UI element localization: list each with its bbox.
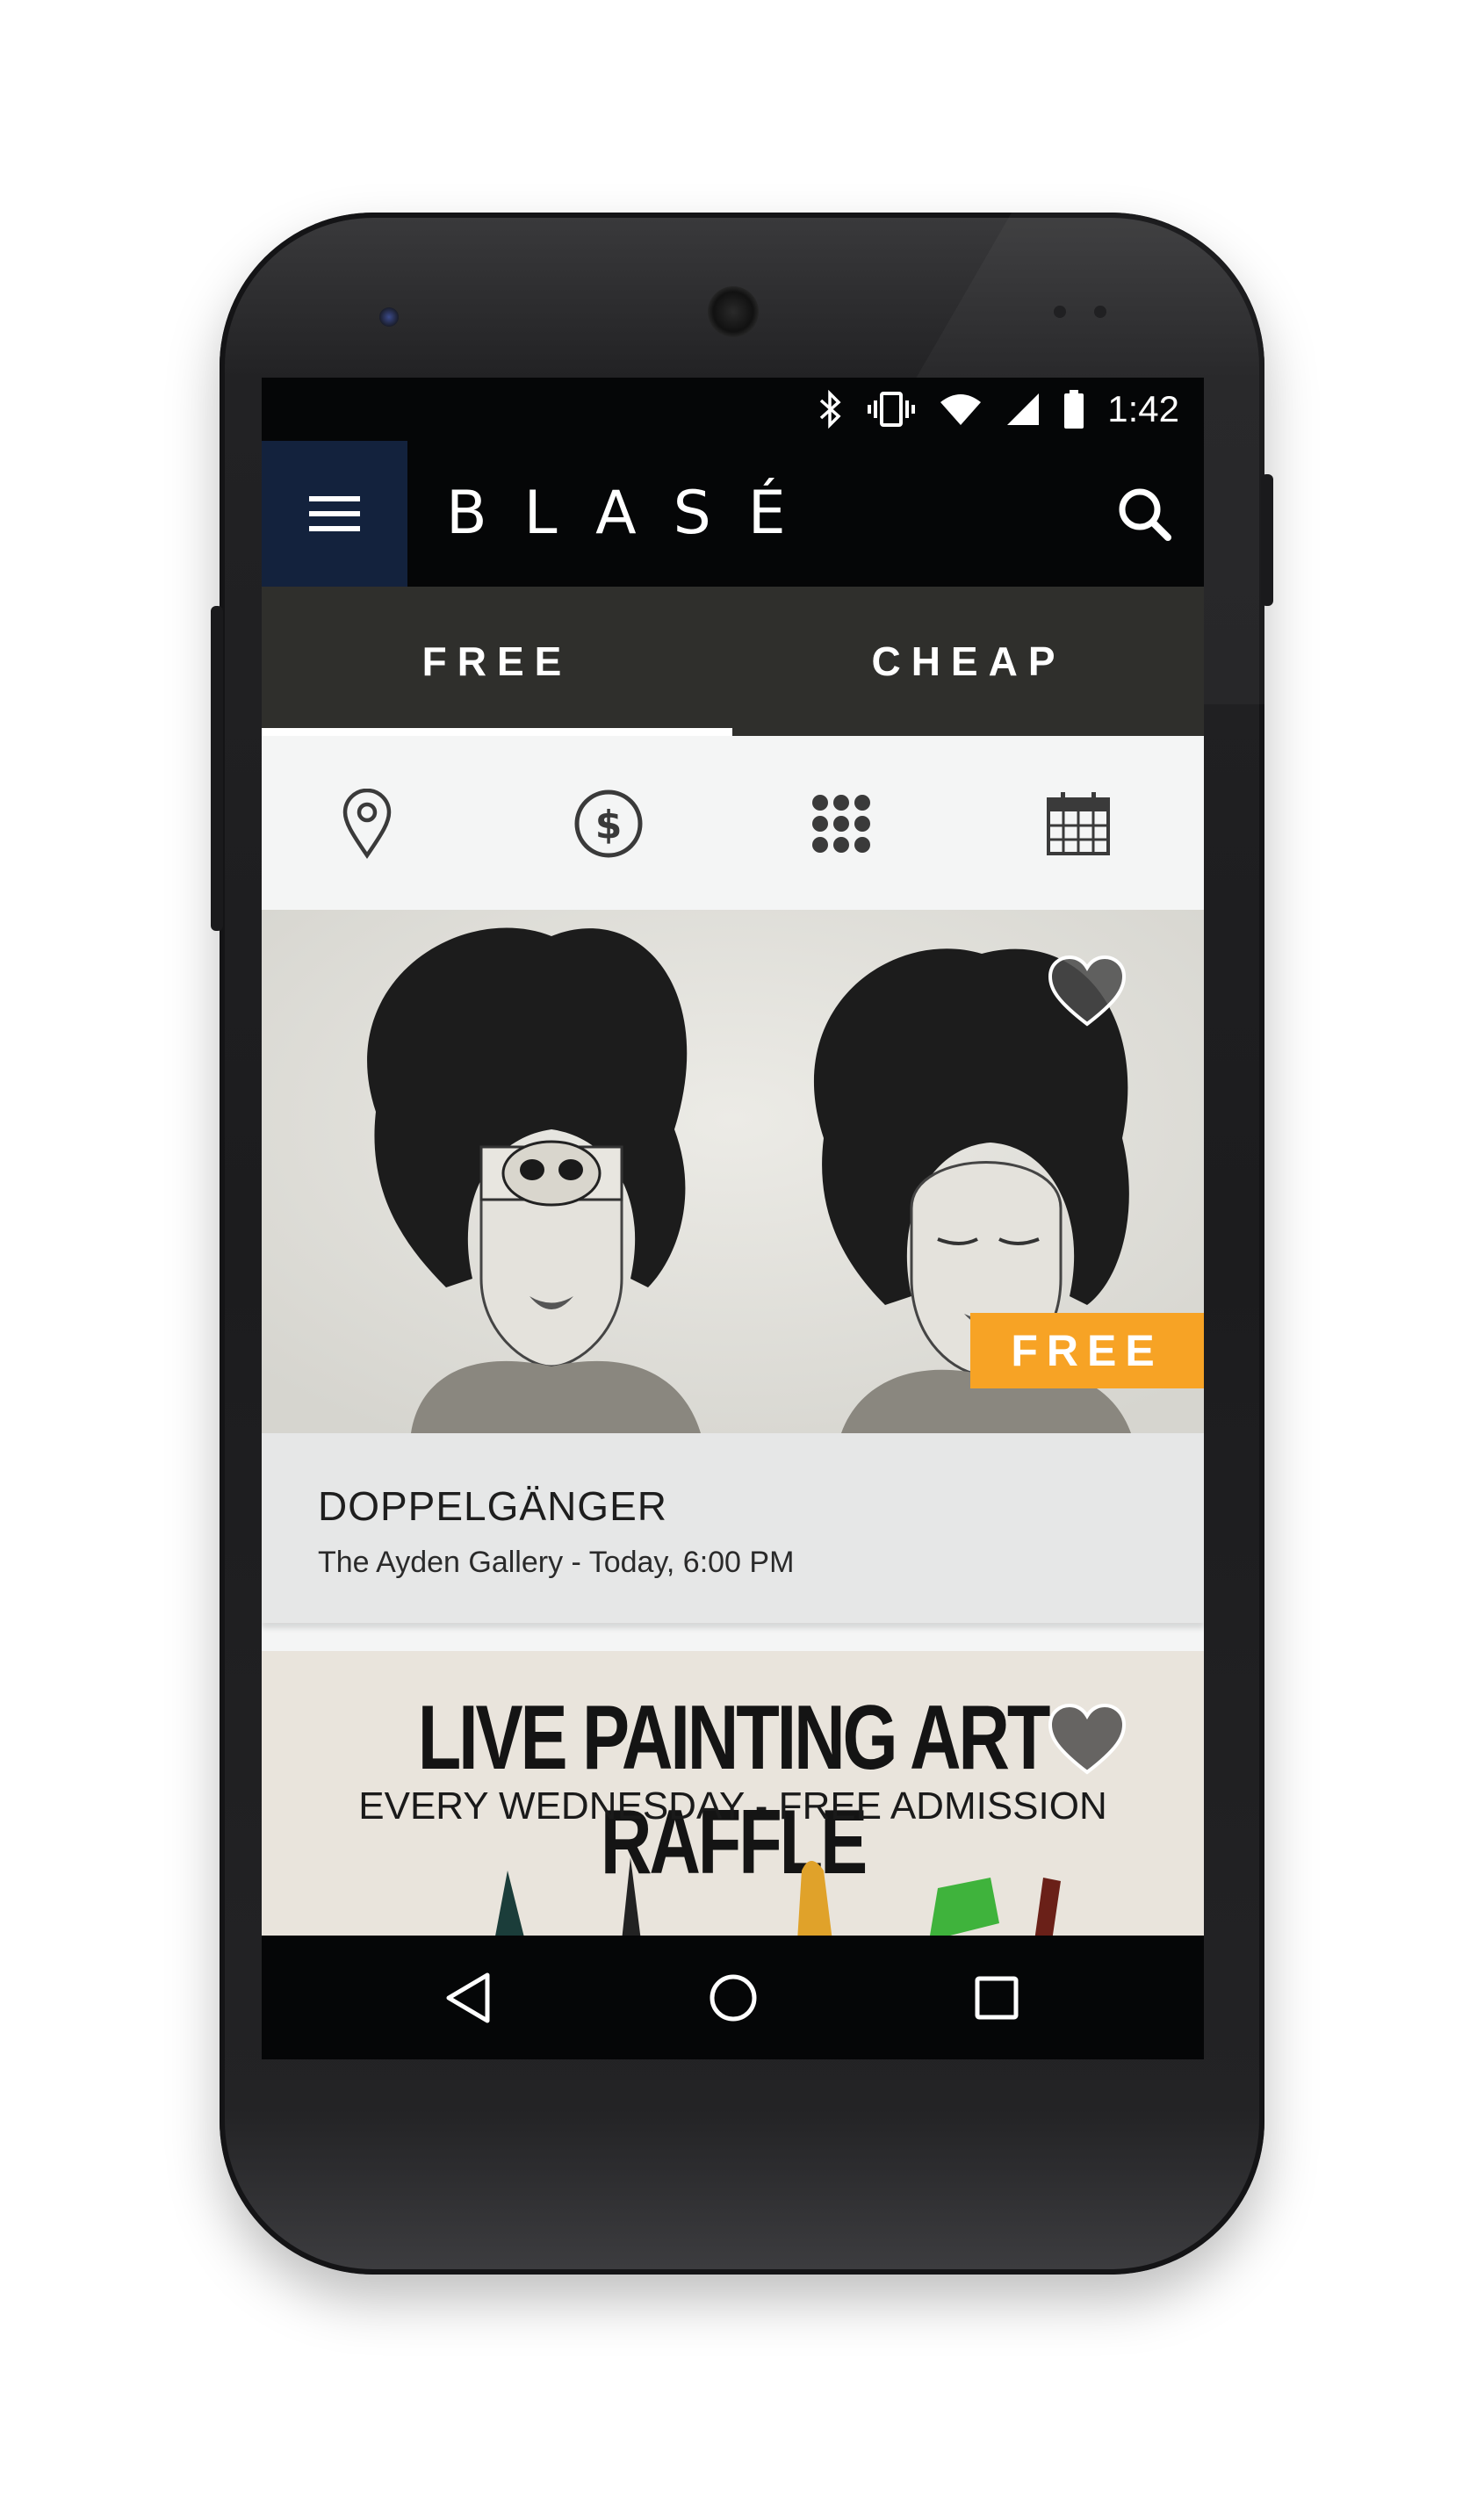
front-camera: [708, 286, 759, 337]
menu-button[interactable]: [262, 441, 407, 587]
event-title: DOPPELGÄNGER: [318, 1483, 667, 1529]
filter-bar: $: [262, 736, 1204, 910]
price-badge: FREE: [970, 1313, 1204, 1388]
home-button[interactable]: [702, 1967, 764, 2029]
system-nav-bar: [262, 1936, 1204, 2059]
grid-icon: [812, 795, 870, 853]
heart-icon: [1048, 955, 1127, 1027]
event-venue-time: The Ayden Gallery - Today, 6:00 PM: [318, 1546, 795, 1579]
back-icon: [446, 1972, 490, 2023]
search-button[interactable]: [1111, 480, 1178, 547]
calendar-icon: [1047, 792, 1110, 855]
filter-price-button[interactable]: $: [556, 771, 661, 876]
event-info: DOPPELGÄNGER The Ayden Gallery - Today, …: [262, 1433, 1204, 1623]
favorite-button[interactable]: [1047, 954, 1127, 1027]
location-pin-icon: [342, 789, 392, 859]
signal-icon: [1007, 393, 1040, 425]
tab-free-label: FREE: [421, 638, 573, 684]
poster-illustration: [494, 1857, 1061, 1941]
tab-cheap[interactable]: CHEAP: [733, 587, 1204, 736]
wifi-icon: [940, 394, 982, 425]
screen: 1:42 BLASÉ FREE CHEAP $ FREE DOPPELGÄNGE…: [262, 378, 1204, 2059]
app-logo: BLASÉ: [446, 479, 823, 548]
status-bar: 1:42: [262, 378, 1204, 441]
filter-location-button[interactable]: [314, 771, 420, 876]
heart-icon: [1048, 1703, 1127, 1775]
home-icon: [710, 1974, 757, 2022]
event-card[interactable]: FREE DOPPELGÄNGER The Ayden Gallery - To…: [262, 910, 1204, 1626]
front-sensor: [379, 307, 399, 327]
search-icon: [1119, 488, 1171, 541]
event-card[interactable]: LIVE PAINTING ART RAFFLE EVERY WEDNESDAY…: [262, 1651, 1204, 1950]
tab-indicator: [262, 728, 732, 736]
back-button[interactable]: [437, 1967, 499, 2029]
event-image: FREE: [262, 910, 1204, 1433]
vibrate-icon: [868, 392, 916, 427]
filter-date-button[interactable]: [1026, 771, 1131, 876]
light-sensor: [1094, 306, 1106, 318]
recents-button[interactable]: [966, 1967, 1027, 2029]
proximity-sensor: [1054, 306, 1066, 318]
battery-icon: [1064, 390, 1084, 429]
bluetooth-icon: [820, 390, 841, 429]
filter-category-button[interactable]: [789, 771, 894, 876]
power-button: [1261, 474, 1273, 606]
category-tabs: FREE CHEAP: [262, 587, 1204, 736]
menu-icon: [309, 496, 360, 531]
app-bar: BLASÉ: [262, 441, 1204, 587]
recents-icon: [975, 1976, 1019, 2020]
volume-button: [211, 606, 223, 931]
favorite-button[interactable]: [1047, 1702, 1127, 1776]
tab-free[interactable]: FREE: [262, 587, 732, 736]
tab-cheap-label: CHEAP: [871, 638, 1066, 684]
status-time: 1:42: [1107, 388, 1179, 429]
dollar-icon: $: [574, 789, 643, 858]
svg-text:$: $: [595, 803, 623, 847]
